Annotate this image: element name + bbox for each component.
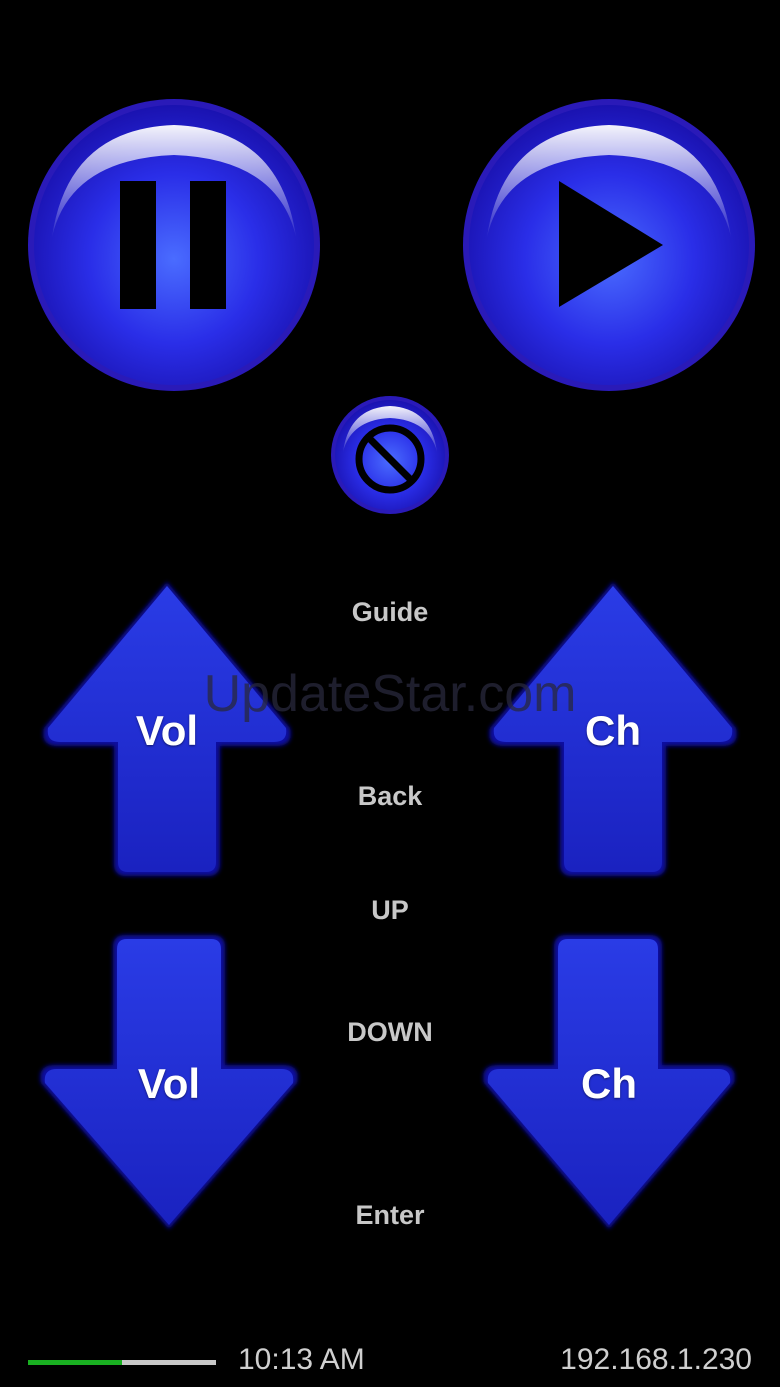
up-button[interactable]: UP	[290, 897, 490, 924]
play-icon	[463, 99, 755, 391]
status-bar: 10:13 AM 192.168.1.230	[0, 1340, 780, 1387]
back-button[interactable]: Back	[290, 783, 490, 810]
down-button[interactable]: DOWN	[290, 1019, 490, 1046]
guide-button[interactable]: Guide	[290, 599, 490, 626]
channel-down-label: Ch	[581, 1060, 637, 1107]
mute-prohibited-icon	[331, 396, 449, 514]
volume-up-label: Vol	[135, 707, 199, 754]
channel-up-button[interactable]: Ch	[484, 578, 742, 880]
status-time: 10:13 AM	[238, 1343, 365, 1376]
connection-progress-bar	[28, 1360, 216, 1365]
pause-button[interactable]	[28, 99, 320, 391]
mute-button[interactable]	[331, 396, 449, 514]
channel-down-button[interactable]: Ch	[478, 931, 740, 1233]
enter-button[interactable]: Enter	[290, 1202, 490, 1229]
volume-up-button[interactable]: Vol	[38, 578, 296, 880]
pause-icon	[28, 99, 320, 391]
volume-down-label: Vol	[137, 1060, 201, 1107]
progress-fill	[28, 1360, 122, 1365]
channel-up-label: Ch	[585, 707, 641, 754]
status-ip-address: 192.168.1.230	[560, 1343, 752, 1376]
volume-down-button[interactable]: Vol	[35, 931, 303, 1233]
play-button[interactable]	[463, 99, 755, 391]
